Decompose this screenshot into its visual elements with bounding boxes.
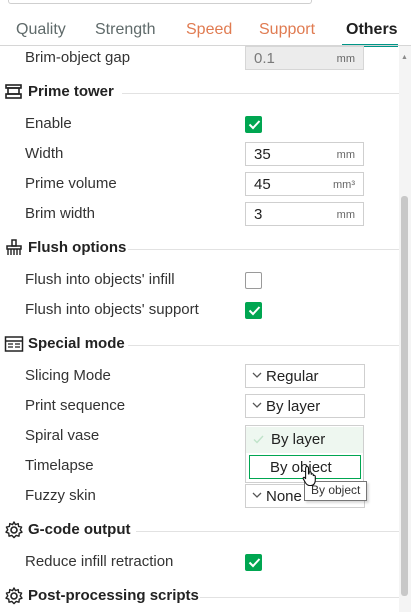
check-icon: [253, 435, 264, 444]
brim-width-label: Brim width: [25, 205, 96, 222]
spiral-vase-label: Spiral vase: [25, 427, 100, 444]
slicing-mode-select[interactable]: Regular: [245, 364, 365, 388]
prime-tower-width-input[interactable]: 35 mm: [245, 142, 364, 166]
filter-box-edge: [8, 0, 312, 4]
brim-width-input[interactable]: 3 mm: [245, 202, 364, 226]
special-mode-icon: [4, 336, 24, 352]
chevron-down-icon: [252, 372, 262, 378]
reduce-infill-retraction-label: Reduce infill retraction: [25, 553, 174, 570]
tab-quality[interactable]: Quality: [16, 21, 66, 39]
section-special-mode: Special mode: [4, 334, 399, 354]
print-sequence-label: Print sequence: [25, 397, 126, 414]
settings-tab-bar: Quality Strength Speed Support Others: [0, 16, 411, 47]
prime-volume-input[interactable]: 45 mm³: [245, 172, 364, 196]
prime-tower-icon: [5, 84, 22, 99]
section-gcode-output: G-code output: [4, 520, 399, 540]
section-divider: [128, 249, 399, 250]
slicing-mode-label: Slicing Mode: [25, 367, 111, 384]
section-title: Prime tower: [28, 83, 114, 100]
hand-cursor-icon: [302, 465, 316, 487]
prime-tower-width-label: Width: [25, 145, 64, 162]
tab-speed[interactable]: Speed: [186, 21, 232, 39]
chevron-down-icon: [252, 402, 262, 408]
tab-others[interactable]: Others: [346, 21, 398, 39]
prime-tower-enable-label: Enable: [25, 115, 72, 132]
timelapse-label: Timelapse: [25, 457, 94, 474]
brim-object-gap-label: Brim-object gap: [25, 49, 131, 66]
flush-support-checkbox[interactable]: [245, 302, 262, 319]
tab-support[interactable]: Support: [259, 21, 315, 39]
flush-icon: [6, 239, 22, 255]
flush-infill-label: Flush into objects' infill: [25, 271, 175, 288]
section-title: G-code output: [28, 521, 131, 538]
prime-tower-enable-checkbox[interactable]: [245, 116, 262, 133]
prime-volume-label: Prime volume: [25, 175, 117, 192]
gear-icon: [5, 521, 23, 539]
tab-strength[interactable]: Strength: [95, 21, 155, 39]
fuzzy-skin-label: Fuzzy skin: [25, 487, 96, 504]
scroll-up-icon[interactable]: ▲: [401, 54, 408, 62]
section-title: Post-processing scripts: [28, 587, 199, 604]
flush-support-label: Flush into objects' support: [25, 301, 199, 318]
gear-icon: [5, 587, 23, 605]
chevron-down-icon: [252, 492, 262, 498]
reduce-infill-retraction-checkbox[interactable]: [245, 554, 262, 571]
section-title: Flush options: [28, 239, 127, 256]
section-divider: [200, 597, 399, 598]
flush-infill-checkbox[interactable]: [245, 272, 262, 289]
section-divider: [122, 93, 399, 94]
section-divider: [136, 531, 399, 532]
section-prime-tower: Prime tower: [4, 82, 399, 102]
brim-object-gap-input[interactable]: 0.1 mm: [245, 46, 364, 70]
scrollbar-thumb[interactable]: [401, 196, 408, 596]
section-title: Special mode: [28, 335, 125, 352]
dropdown-option-by-layer[interactable]: By layer: [246, 427, 363, 453]
section-divider: [128, 345, 399, 346]
section-flush-options: Flush options: [4, 238, 399, 258]
section-post-processing: Post-processing scripts: [4, 586, 399, 606]
print-sequence-select[interactable]: By layer: [245, 394, 365, 418]
vertical-scrollbar[interactable]: ▲: [399, 46, 411, 612]
